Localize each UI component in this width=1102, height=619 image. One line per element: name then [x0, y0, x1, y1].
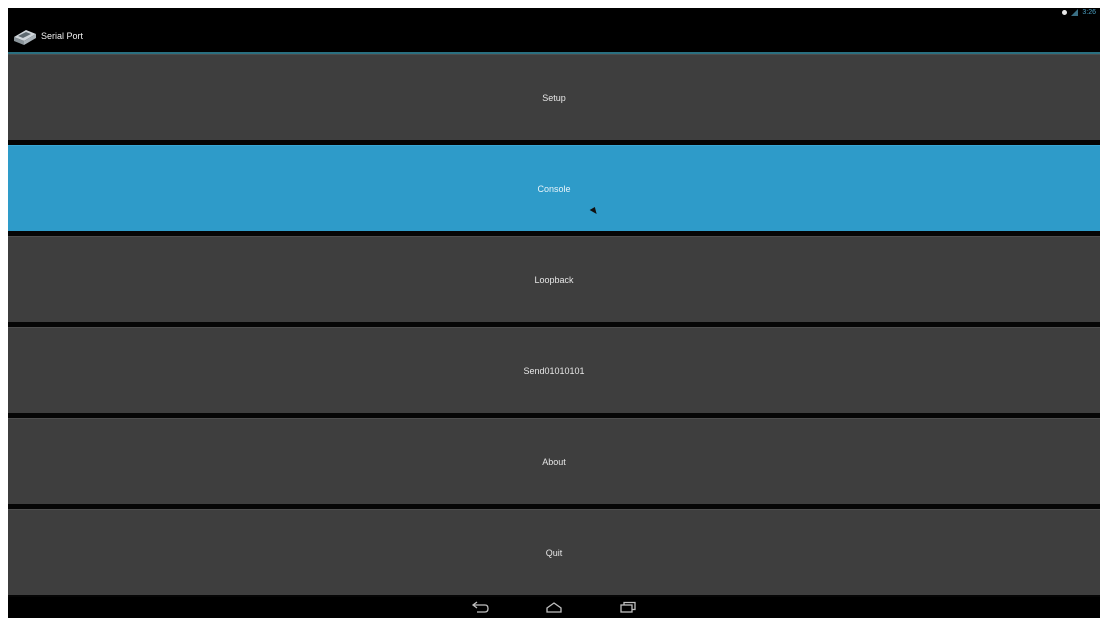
notification-dot-icon: [1062, 10, 1068, 15]
device-screen: 3:26 Serial Port Setup Console Loopback …: [8, 8, 1100, 618]
console-button[interactable]: Console: [8, 145, 1100, 231]
main-menu: Setup Console Loopback Send01010101 Abou…: [8, 54, 1100, 597]
recent-apps-icon[interactable]: [618, 600, 638, 614]
action-bar: Serial Port: [8, 20, 1100, 54]
serial-port-app-icon: [14, 30, 36, 45]
quit-button[interactable]: Quit: [8, 509, 1100, 595]
signal-icon: [1071, 9, 1079, 16]
loopback-button[interactable]: Loopback: [8, 236, 1100, 322]
app-title: Serial Port: [41, 31, 84, 41]
about-button[interactable]: About: [8, 418, 1100, 504]
send01010101-button[interactable]: Send01010101: [8, 327, 1100, 413]
navigation-bar: [8, 597, 1100, 618]
status-icons: 3:26: [1062, 9, 1096, 16]
home-icon[interactable]: [544, 600, 564, 614]
setup-button[interactable]: Setup: [8, 54, 1100, 140]
back-icon[interactable]: [470, 600, 490, 614]
status-time: 3:26: [1082, 9, 1096, 16]
status-bar: 3:26: [8, 8, 1100, 20]
